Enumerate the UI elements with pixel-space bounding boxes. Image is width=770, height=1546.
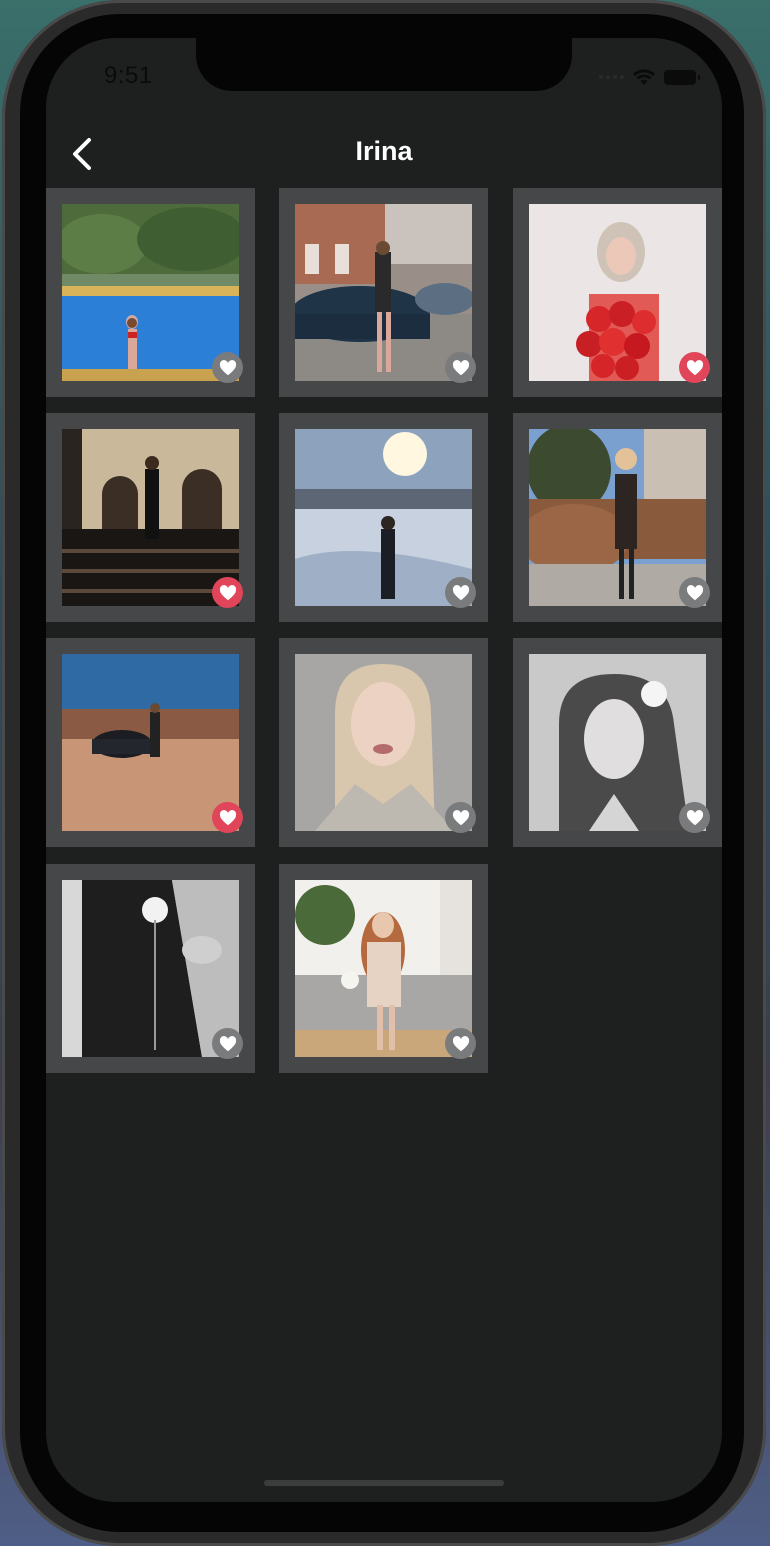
status-icons	[599, 68, 700, 86]
heart-icon	[686, 584, 703, 600]
photo	[529, 654, 706, 831]
heart-icon	[452, 809, 469, 825]
photo-tile[interactable]	[513, 188, 722, 397]
photo	[62, 204, 239, 381]
heart-icon	[219, 809, 236, 825]
heart-icon	[219, 584, 236, 600]
photo-tile[interactable]	[513, 638, 722, 847]
heart-icon	[452, 359, 469, 375]
photo	[295, 429, 472, 606]
battery-icon	[664, 69, 700, 85]
heart-icon	[452, 584, 469, 600]
home-indicator[interactable]	[264, 1480, 504, 1486]
photo-tile[interactable]	[279, 638, 488, 847]
page-title: Irina	[355, 136, 413, 166]
photo	[62, 429, 239, 606]
photo-tile[interactable]	[279, 864, 488, 1073]
wifi-icon	[633, 69, 655, 85]
like-button[interactable]	[212, 1028, 243, 1059]
app-screen: 9:51 Irina	[46, 38, 722, 1502]
photo-tile[interactable]	[279, 413, 488, 622]
photo	[295, 654, 472, 831]
like-button[interactable]	[445, 1028, 476, 1059]
like-button[interactable]	[212, 352, 243, 383]
heart-icon	[452, 1035, 469, 1051]
status-time: 9:51	[104, 62, 153, 89]
nav-bar: Irina	[46, 128, 722, 178]
like-button[interactable]	[212, 802, 243, 833]
photo	[62, 880, 239, 1057]
heart-icon	[686, 809, 703, 825]
signal-icon	[599, 75, 624, 79]
like-button[interactable]	[679, 352, 710, 383]
like-button[interactable]	[445, 802, 476, 833]
like-button[interactable]	[212, 577, 243, 608]
heart-icon	[686, 359, 703, 375]
notch	[196, 38, 572, 91]
photo	[529, 429, 706, 606]
heart-icon	[219, 1035, 236, 1051]
photo-tile[interactable]	[46, 188, 255, 397]
photo	[295, 204, 472, 381]
photo-tile[interactable]	[46, 413, 255, 622]
like-button[interactable]	[445, 577, 476, 608]
like-button[interactable]	[445, 352, 476, 383]
photo	[62, 654, 239, 831]
photo-tile[interactable]	[513, 413, 722, 622]
heart-icon	[219, 359, 236, 375]
like-button[interactable]	[679, 577, 710, 608]
photo-tile[interactable]	[46, 864, 255, 1073]
photo-tile[interactable]	[279, 188, 488, 397]
photo-tile[interactable]	[46, 638, 255, 847]
photo	[295, 880, 472, 1057]
photo	[529, 204, 706, 381]
like-button[interactable]	[679, 802, 710, 833]
